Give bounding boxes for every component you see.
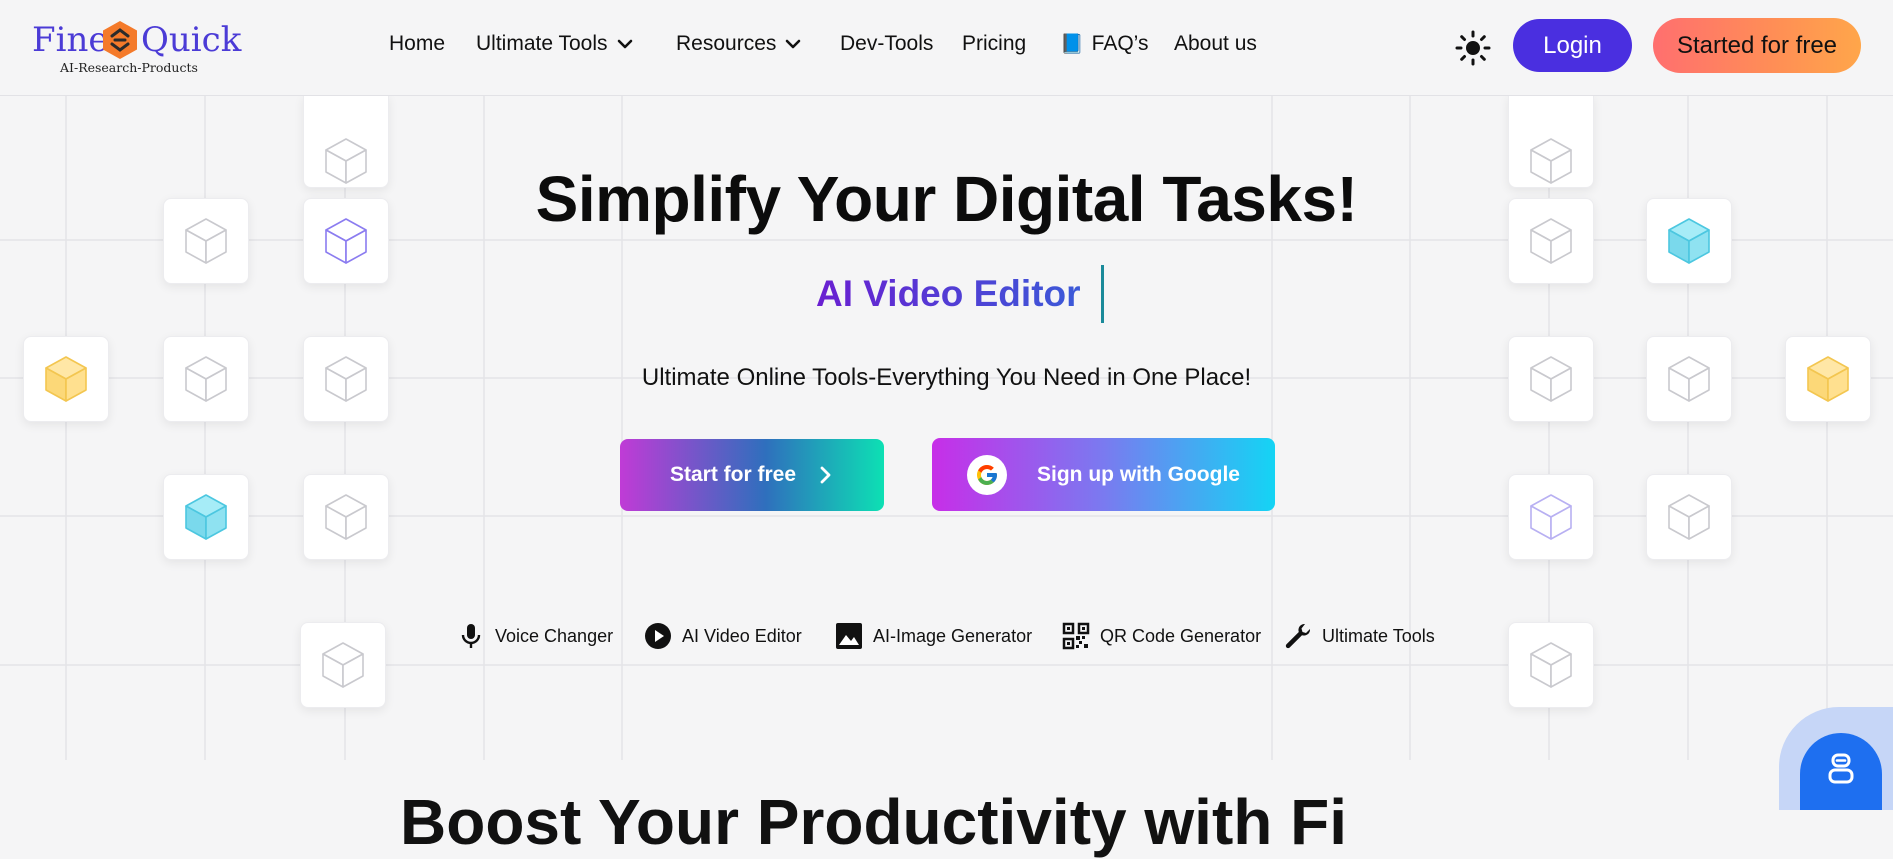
image-icon (836, 623, 862, 649)
cube-icon (1668, 494, 1710, 540)
play-circle-icon (645, 623, 671, 649)
nav-item-label: About us (1174, 32, 1257, 55)
brand-name-part2: Quick (141, 20, 242, 60)
cube-icon (185, 494, 227, 540)
nav-item-ultimate-tools[interactable]: Ultimate Tools (476, 32, 634, 56)
cube-tile (1646, 474, 1732, 560)
nav-item-faq[interactable]: 📘 FAQ’s (1060, 32, 1148, 56)
section-title: Boost Your Productivity with Fi (400, 786, 1347, 858)
tool-link-ai-video-editor[interactable]: AI Video Editor (644, 618, 802, 654)
tool-link-qr-code-generator[interactable]: QR Code Generator (1062, 618, 1261, 654)
cube-tile (300, 622, 386, 708)
cube-tile (163, 474, 249, 560)
tool-link-label: Ultimate Tools (1322, 625, 1435, 646)
google-logo-icon (967, 454, 1007, 495)
tool-link-voice-changer[interactable]: Voice Changer (457, 618, 613, 654)
cube-tile (1508, 474, 1594, 560)
nav-item-about-us[interactable]: About us (1174, 32, 1257, 56)
brand-logo[interactable]: Fine Quick AI-Research-Products (30, 18, 242, 78)
tool-link-label: QR Code Generator (1100, 625, 1262, 646)
sun-icon[interactable] (1455, 30, 1491, 66)
nav-item-pricing[interactable]: Pricing (962, 32, 1026, 56)
nav-item-label: Resources (676, 32, 777, 55)
nav-item-dev-tools[interactable]: Dev-Tools (840, 32, 933, 56)
tool-link-ultimate-tools[interactable]: Ultimate Tools (1284, 618, 1435, 654)
hexagon-logo-icon (103, 21, 137, 59)
wrench-icon (1285, 623, 1311, 649)
cube-tile (303, 474, 389, 560)
cube-icon (1530, 642, 1572, 688)
hero-title: Simplify Your Digital Tasks! (535, 163, 1358, 235)
tool-link-ai-image-generator[interactable]: AI-Image Generator (835, 618, 1032, 654)
cube-icon (322, 642, 364, 688)
nav-item-home[interactable]: Home (389, 32, 445, 56)
book-icon: 📘 (1060, 34, 1084, 55)
chatbot-icon (1828, 753, 1854, 784)
start-button-label: Start for free (669, 463, 797, 486)
nav-item-label: Ultimate Tools (476, 32, 608, 55)
nav-item-resources[interactable]: Resources (676, 32, 802, 56)
cube-tile (1508, 622, 1594, 708)
typing-cursor (1100, 265, 1104, 323)
typed-text: AI Video Editor (816, 273, 1081, 314)
google-signup-button[interactable]: Sign up with Google (932, 438, 1275, 511)
chevron-down-icon (617, 39, 632, 49)
started-for-free-button[interactable]: Started for free (1653, 18, 1861, 73)
nav-item-label: Home (389, 32, 446, 55)
tool-link-label: AI Video Editor (682, 625, 802, 646)
login-button[interactable]: Login (1513, 19, 1632, 72)
tool-link-label: AI-Image Generator (873, 625, 1033, 646)
typed-headline: AI Video Editor (816, 264, 1104, 324)
chevron-right-icon (820, 466, 831, 484)
nav-item-label: FAQ’s (1091, 32, 1149, 55)
qr-code-icon (1062, 622, 1090, 650)
google-button-label: Sign up with Google (1037, 462, 1240, 486)
top-navbar: Fine Quick AI-Research-Products Home Ult… (0, 0, 1893, 96)
hero-subtitle: Ultimate Online Tools-Everything You Nee… (641, 364, 1252, 391)
brand-name-part1: Fine (32, 20, 109, 60)
cube-icon (325, 494, 367, 540)
brand-tagline: AI-Research-Products (60, 60, 198, 75)
nav-item-label: Dev-Tools (840, 32, 934, 55)
nav-item-label: Pricing (962, 32, 1027, 55)
tool-link-label: Voice Changer (495, 625, 614, 646)
start-for-free-button[interactable]: Start for free (620, 439, 884, 511)
microphone-icon (461, 624, 481, 648)
chatbot-button[interactable] (1800, 733, 1882, 810)
chevron-down-icon (786, 39, 801, 49)
cube-icon (1530, 494, 1572, 540)
